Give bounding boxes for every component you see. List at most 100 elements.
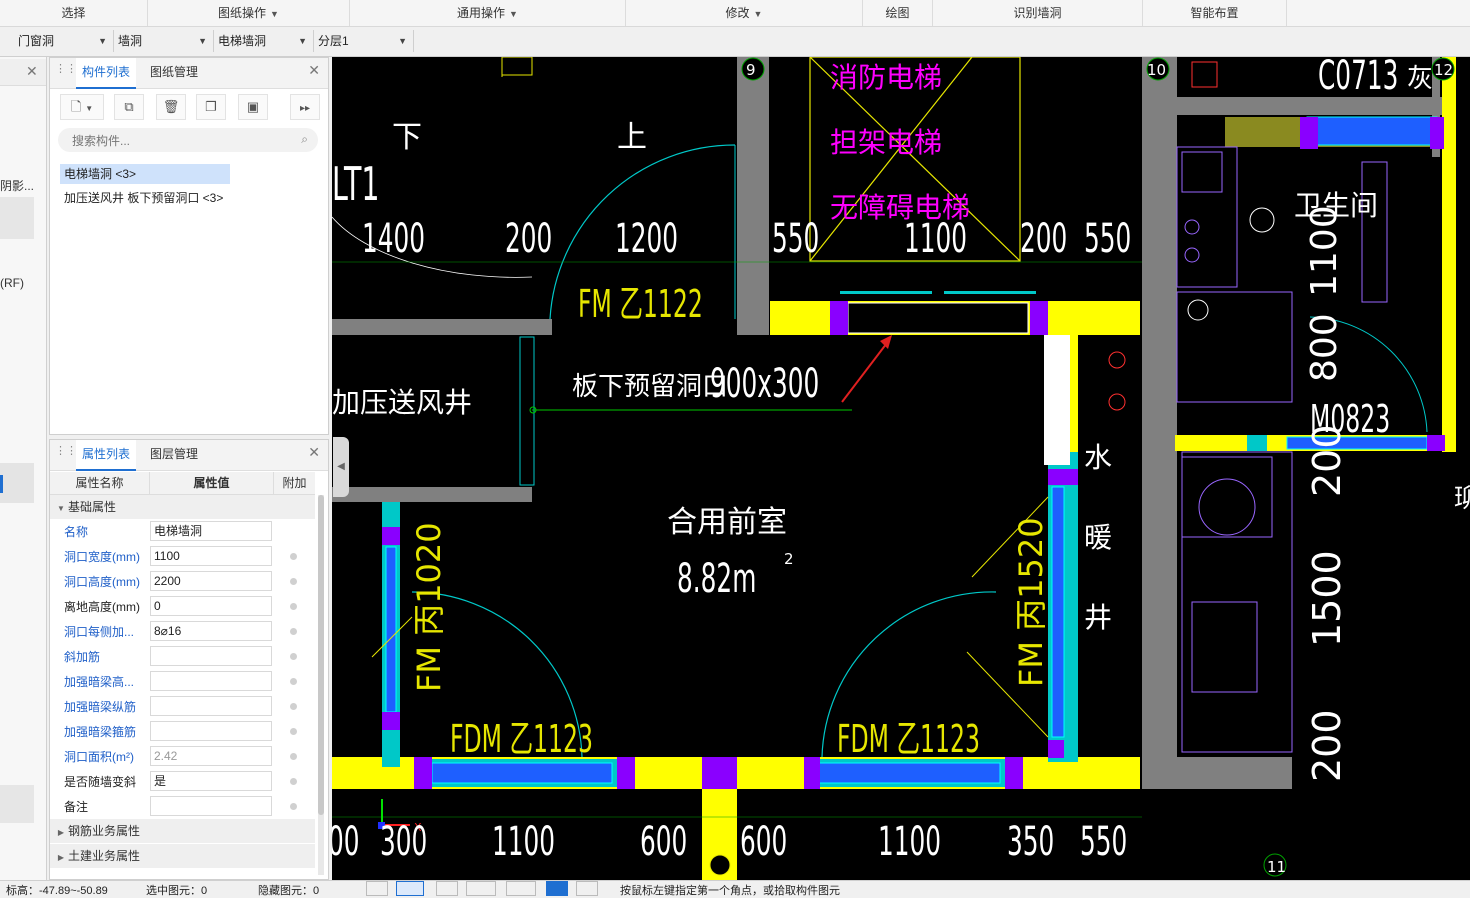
ribbon-group-drawing-ops[interactable]: 图纸操作 ▼ [148,0,350,26]
duplicate-layer-button[interactable]: ❐ [196,94,226,120]
ribbon-group-smart-layout[interactable]: 智能布置 [1143,0,1287,26]
property-value-field[interactable]: 0 [150,596,272,616]
axis-label: 10 [1147,61,1166,79]
property-value-field[interactable] [150,646,272,666]
chevron-down-icon: ▼ [398,36,407,46]
snap-ortho-button[interactable] [366,881,388,896]
extra-indicator-icon[interactable] [290,653,297,660]
component-list-item[interactable]: 加压送风井 板下预留洞口 <3> [60,188,227,208]
property-value-field[interactable]: 是 [150,771,272,791]
drawing-label: 灰 [1407,64,1433,94]
dimension-label: 1100 [492,818,555,865]
layer-select[interactable]: 分层1 ▼ [314,30,414,52]
dimension-label: 1100 [878,818,941,865]
property-scrollbar[interactable] [318,495,324,875]
component-select-value: 电梯墙洞 [218,34,267,48]
property-row: 洞口每侧加... 8⌀16 [50,619,315,644]
property-value-field[interactable] [150,696,272,716]
component-select[interactable]: 电梯墙洞 ▼ [214,30,314,52]
extra-indicator-icon[interactable] [290,578,297,585]
extra-indicator-icon[interactable] [290,703,297,710]
property-value-field[interactable]: 1100 [150,546,272,566]
extra-indicator-icon[interactable] [290,628,297,635]
tab-property-list[interactable]: 属性列表 [76,440,137,471]
ribbon-group-modify[interactable]: 修改 ▼ [626,0,863,26]
scrollbar-thumb[interactable] [318,495,324,815]
ribbon-group-select[interactable]: 选择 [0,0,148,26]
property-row: 备注 [50,794,315,819]
search-icon[interactable]: ⌕ [301,132,308,147]
collapse-panel-button[interactable]: ◀ [333,437,349,497]
ribbon-group-draw[interactable]: 绘图 [863,0,933,26]
section-label: 钢筋业务属性 [68,824,141,838]
close-icon[interactable]: ✕ [26,63,38,80]
dimension-label: 200 [505,215,552,262]
property-row: 是否随墙变斜是 [50,769,315,794]
property-value-field[interactable] [150,796,272,816]
arrow-head [880,335,892,349]
property-value-field[interactable]: 8⌀16 [150,621,272,641]
component-list-item[interactable]: 电梯墙洞 <3> [60,164,230,184]
tab-layer-management[interactable]: 图层管理 [144,440,204,469]
snap-curve-button[interactable] [576,881,598,896]
drawing-label: 消防电梯 [830,61,942,94]
property-value-field[interactable]: 2200 [150,571,272,591]
property-name: 斜加筋 [64,650,101,664]
fixture-circle [1184,219,1200,235]
extra-indicator-icon[interactable] [290,553,297,560]
wall-purple [1005,757,1023,789]
new-component-button[interactable]: 🗋 ▼ [60,94,104,120]
snap-object-button[interactable] [546,881,568,896]
dimension-label: 1400 [362,215,425,262]
extra-indicator-icon[interactable] [290,728,297,735]
extra-indicator-icon[interactable] [290,778,297,785]
wall-cyan [1247,435,1267,451]
section-civil-properties[interactable]: ▶ 土建业务属性 [50,844,315,868]
nav-item-selected[interactable] [0,463,34,503]
component-search-input[interactable] [70,131,294,151]
category-select[interactable]: 门窗洞 ▼ [14,30,114,52]
wall-gray [332,487,532,502]
close-icon[interactable]: ✕ [308,444,320,461]
snap-toolbar[interactable] [366,881,606,896]
ribbon-group-common-ops[interactable]: 通用操作 ▼ [350,0,626,26]
property-name: 加强暗梁纵筋 [64,700,137,714]
dimension-label: 600 [740,818,787,865]
snap-plus-button[interactable] [506,881,536,896]
ribbon-group-identify-wall-hole[interactable]: 识别墙洞 [933,0,1143,26]
nav-item-label[interactable]: (RF) [0,276,24,290]
nav-item-label[interactable]: 阴影... [0,177,34,194]
property-row: 洞口高度(mm) 2200 [50,569,315,594]
extra-indicator-icon[interactable] [290,803,297,810]
property-value-field[interactable]: 电梯墙洞 [150,521,272,541]
section-rebar-properties[interactable]: ▶ 钢筋业务属性 [50,819,315,843]
snap-angle-button[interactable] [466,881,496,896]
copy-component-button[interactable]: ⧉ [114,94,144,120]
extra-indicator-icon[interactable] [290,603,297,610]
save-component-button[interactable]: ▣ [238,94,268,120]
snap-rect-button[interactable] [396,881,424,896]
axis-label: 9 [746,61,756,79]
snap-cross-button[interactable] [436,881,458,896]
drawing-label: FDM 乙1123 [450,718,593,761]
delete-component-button[interactable]: 🗑 [156,94,186,120]
property-value-field[interactable] [150,721,272,741]
section-basic-properties[interactable]: ▼ 基础属性 [50,495,315,519]
type-select[interactable]: 墙洞 ▼ [114,30,214,52]
drawing-canvas[interactable]: X 14002001200550110020055000300110060060… [332,57,1470,880]
drawing-label: 井 [1084,601,1112,634]
tab-component-list[interactable]: 构件列表 [76,58,137,89]
close-icon[interactable]: ✕ [308,62,320,79]
property-value-field[interactable] [150,671,272,691]
tab-drawing-management[interactable]: 图纸管理 [144,58,204,87]
status-selected-count: 选中图元：0 [146,885,208,897]
extra-indicator-icon[interactable] [290,678,297,685]
dimension-label: 350 [1007,818,1054,865]
elevator-wall-opening [847,302,1029,334]
drag-handle-icon[interactable]: ⋮⋮ [55,64,77,80]
drag-handle-icon[interactable]: ⋮⋮ [55,446,77,462]
dimension-label: 200 [1020,215,1067,262]
dimension-label: 800 [1304,313,1345,382]
extra-indicator-icon[interactable] [290,753,297,760]
more-actions-button[interactable]: ▸▸ [290,94,320,120]
